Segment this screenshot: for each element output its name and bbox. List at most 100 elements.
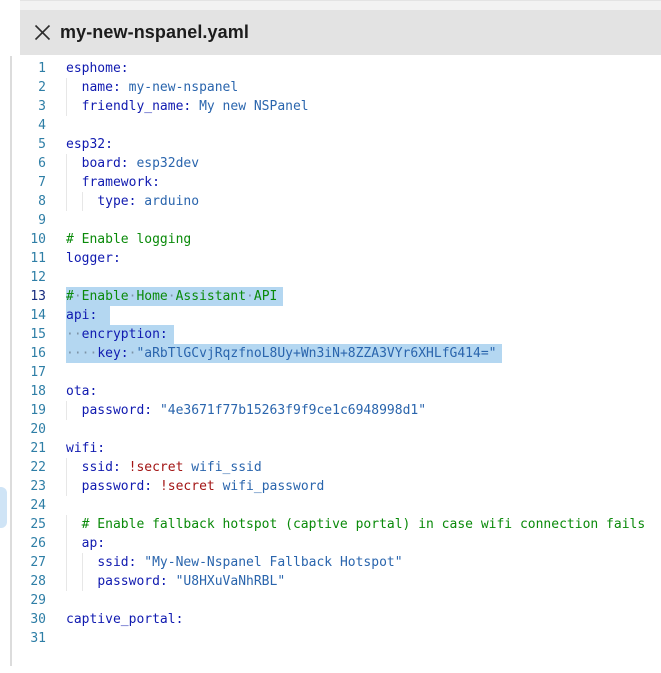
code-line: 31 [20,629,661,648]
whitespace-dot: · [246,289,254,304]
indent-guide [66,97,67,116]
line-number: 12 [20,268,46,287]
editor-lines: 1esphome:2 name: my-new-nspanel3 friendl… [20,59,661,648]
line-number: 13 [20,287,46,306]
indent-guide [66,515,67,534]
token-p [66,536,82,551]
code-line: 1 esphome: [20,59,661,78]
token-p [215,479,223,494]
code-text: esphome: [66,59,129,78]
code-text: # Enable logging [66,230,191,249]
whitespace-dot: · [74,327,82,342]
code-line: 25 # Enable fallback hotspot (captive po… [20,515,661,534]
token-p [168,574,176,589]
token-v: My new NSPanel [199,99,309,114]
code-line: 4 [20,116,661,135]
token-k: board: [82,156,129,171]
code-line: 29 [20,591,661,610]
token-p [121,80,129,95]
token-p [152,479,160,494]
token-k: password: [82,479,152,494]
indent-guide [66,192,67,211]
token-p [66,517,82,532]
token-p [66,460,82,475]
token-s: !secret [160,479,215,494]
code-text: ssid: "My-New-Nspanel Fallback Hotspot" [66,553,403,572]
selection-highlight: ····key:·"aRbTlGCvjRqzfnoL8Uy+Wn3iN+8ZZA… [66,344,502,363]
whitespace-dot: · [74,289,82,304]
line-number: 25 [20,515,46,534]
selection-highlight: api: [66,306,110,325]
line-number: 17 [20,363,46,382]
code-text: password: "4e3671f77b15263f9f9ce1c694899… [66,401,426,420]
code-line: 14api: [20,306,661,325]
token-v: esp32dev [136,156,199,171]
code-text: ap: [66,534,105,553]
close-button[interactable] [28,19,56,47]
token-c: Home [136,289,167,304]
token-p [66,403,82,418]
token-c: API [254,289,277,304]
line-number: 3 [20,97,46,116]
code-text: name: my-new-nspanel [66,78,238,97]
code-text: #·Enable·Home·Assistant·API [66,287,283,306]
indent-guide [82,553,83,572]
code-text: type: arduino [66,192,199,211]
code-text: logger: [66,249,121,268]
indent-guide [66,78,67,97]
token-k: esp32: [66,137,113,152]
token-p [66,156,82,171]
code-line: 11logger: [20,249,661,268]
line-number: 8 [20,192,46,211]
token-v: arduino [144,194,199,209]
code-line: 12 [20,268,661,287]
line-number: 6 [20,154,46,173]
token-k: ap: [82,536,105,551]
token-k: name: [82,80,121,95]
token-c: Enable [82,289,129,304]
code-line: 18ota: [20,382,661,401]
line-number: 27 [20,553,46,572]
line-number: 28 [20,572,46,591]
code-text: wifi: [66,439,105,458]
token-p [121,460,129,475]
selection-highlight: ··encryption: [66,325,174,344]
indent-guide [66,534,67,553]
file-title: my-new-nspanel.yaml [60,22,249,43]
line-number: 31 [20,629,46,648]
token-k: wifi: [66,441,105,456]
yaml-editor[interactable]: 1esphome:2 name: my-new-nspanel3 friendl… [20,55,661,673]
top-strip [20,0,661,10]
line-number: 5 [20,135,46,154]
code-line: 20 [20,420,661,439]
code-line: 3 friendly_name: My new NSPanel [20,97,661,116]
code-line: 19 password: "4e3671f77b15263f9f9ce1c694… [20,401,661,420]
line-number: 23 [20,477,46,496]
code-text: ssid: !secret wifi_ssid [66,458,262,477]
token-k: ssid: [82,460,121,475]
token-v: wifi_ssid [191,460,261,475]
token-p [66,479,82,494]
token-v: "4e3671f77b15263f9f9ce1c6948998d1" [160,403,426,418]
line-number: 29 [20,591,46,610]
code-line: 13#·Enable·Home·Assistant·API [20,287,661,306]
code-line: 17 [20,363,661,382]
line-number: 1 [20,59,46,78]
line-number: 10 [20,230,46,249]
token-k: ota: [66,384,97,399]
code-line: 8 type: arduino [20,192,661,211]
token-k: logger: [66,251,121,266]
token-k: encryption: [82,327,168,342]
code-line: 9 [20,211,661,230]
token-s: !secret [129,460,184,475]
line-number: 9 [20,211,46,230]
code-text: friendly_name: My new NSPanel [66,97,309,116]
line-number: 7 [20,173,46,192]
line-number: 24 [20,496,46,515]
editor-header: my-new-nspanel.yaml [20,10,661,55]
left-edge-indicator [0,487,7,528]
token-k: friendly_name: [82,99,192,114]
code-line: 26 ap: [20,534,661,553]
token-v: "U8HXuVaNhRBL" [176,574,286,589]
token-k: framework: [82,175,160,190]
